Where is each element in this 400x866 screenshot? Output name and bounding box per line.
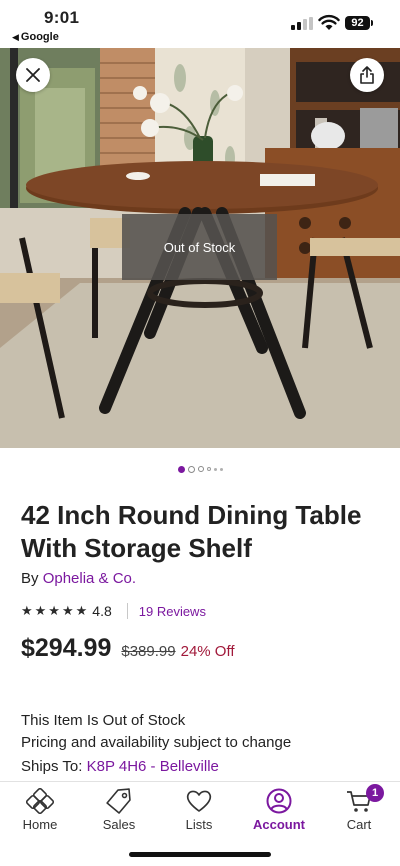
- rating-divider: [126, 603, 128, 619]
- heart-icon: [186, 790, 212, 812]
- product-image[interactable]: Out of Stock: [0, 48, 400, 448]
- share-icon: [360, 66, 374, 84]
- ships-to-label: Ships To:: [21, 758, 87, 775]
- price-row: $294.99 $389.99 24% Off: [21, 634, 235, 663]
- battery-cap: [371, 20, 373, 26]
- nav-cart[interactable]: 1 Cart: [324, 784, 394, 832]
- share-button[interactable]: [350, 58, 384, 92]
- carousel-dot[interactable]: [213, 467, 217, 471]
- nav-account-label: Account: [253, 817, 305, 832]
- carousel-dot[interactable]: [187, 465, 195, 473]
- battery-icon: 92: [345, 16, 370, 30]
- wifi-icon: [318, 14, 340, 30]
- status-time: 9:01: [44, 8, 80, 27]
- carousel-dot[interactable]: [219, 467, 223, 471]
- account-icon: [266, 788, 292, 814]
- cart-count-badge: 1: [366, 784, 384, 802]
- carousel-dot[interactable]: [177, 465, 185, 473]
- availability-note: Pricing and availability subject to chan…: [21, 734, 292, 751]
- product-title: 42 Inch Round Dining Table With Storage …: [21, 500, 362, 563]
- product-byline: By Ophelia & Co.: [21, 570, 136, 587]
- nav-account[interactable]: Account: [244, 788, 314, 832]
- nav-lists-label: Lists: [185, 817, 213, 832]
- image-carousel-dots[interactable]: [0, 464, 400, 474]
- nav-home-label: Home: [22, 817, 58, 832]
- home-icon: [26, 788, 54, 814]
- cellular-signal-icon: [291, 17, 313, 30]
- back-app-label: Google: [20, 31, 59, 43]
- rating-row: ★★★★★ 4.8 19 Reviews: [21, 602, 206, 620]
- nav-sales[interactable]: Sales: [84, 788, 154, 832]
- back-to-app-link[interactable]: ◀ Google: [12, 31, 59, 43]
- carousel-dot[interactable]: [197, 466, 204, 472]
- nav-cart-label: Cart: [346, 817, 372, 832]
- close-button[interactable]: [16, 58, 50, 92]
- home-indicator[interactable]: [129, 852, 271, 857]
- tag-icon: [106, 788, 131, 814]
- carousel-dot[interactable]: [206, 467, 211, 471]
- rating-value: 4.8: [92, 603, 112, 619]
- sale-price: $294.99: [21, 634, 112, 662]
- star-rating-icon: ★★★★★: [21, 603, 90, 618]
- back-triangle-icon: ◀: [12, 32, 19, 42]
- by-prefix: By: [21, 570, 43, 587]
- status-bar: 9:01 ◀ Google 92: [0, 0, 400, 48]
- close-icon: [26, 68, 40, 82]
- stock-status: This Item Is Out of Stock: [21, 712, 186, 729]
- original-price: $389.99: [121, 643, 176, 660]
- nav-sales-label: Sales: [102, 817, 136, 832]
- nav-lists[interactable]: Lists: [164, 788, 234, 832]
- brand-link[interactable]: Ophelia & Co.: [43, 570, 136, 587]
- ships-to-location-link[interactable]: K8P 4H6 - Belleville: [87, 758, 219, 775]
- out-of-stock-overlay: Out of Stock: [122, 214, 277, 280]
- nav-home[interactable]: Home: [5, 788, 75, 832]
- reviews-link[interactable]: 19 Reviews: [139, 604, 206, 619]
- ships-to: Ships To: K8P 4H6 - Belleville: [21, 758, 219, 775]
- discount-badge: 24% Off: [180, 643, 235, 660]
